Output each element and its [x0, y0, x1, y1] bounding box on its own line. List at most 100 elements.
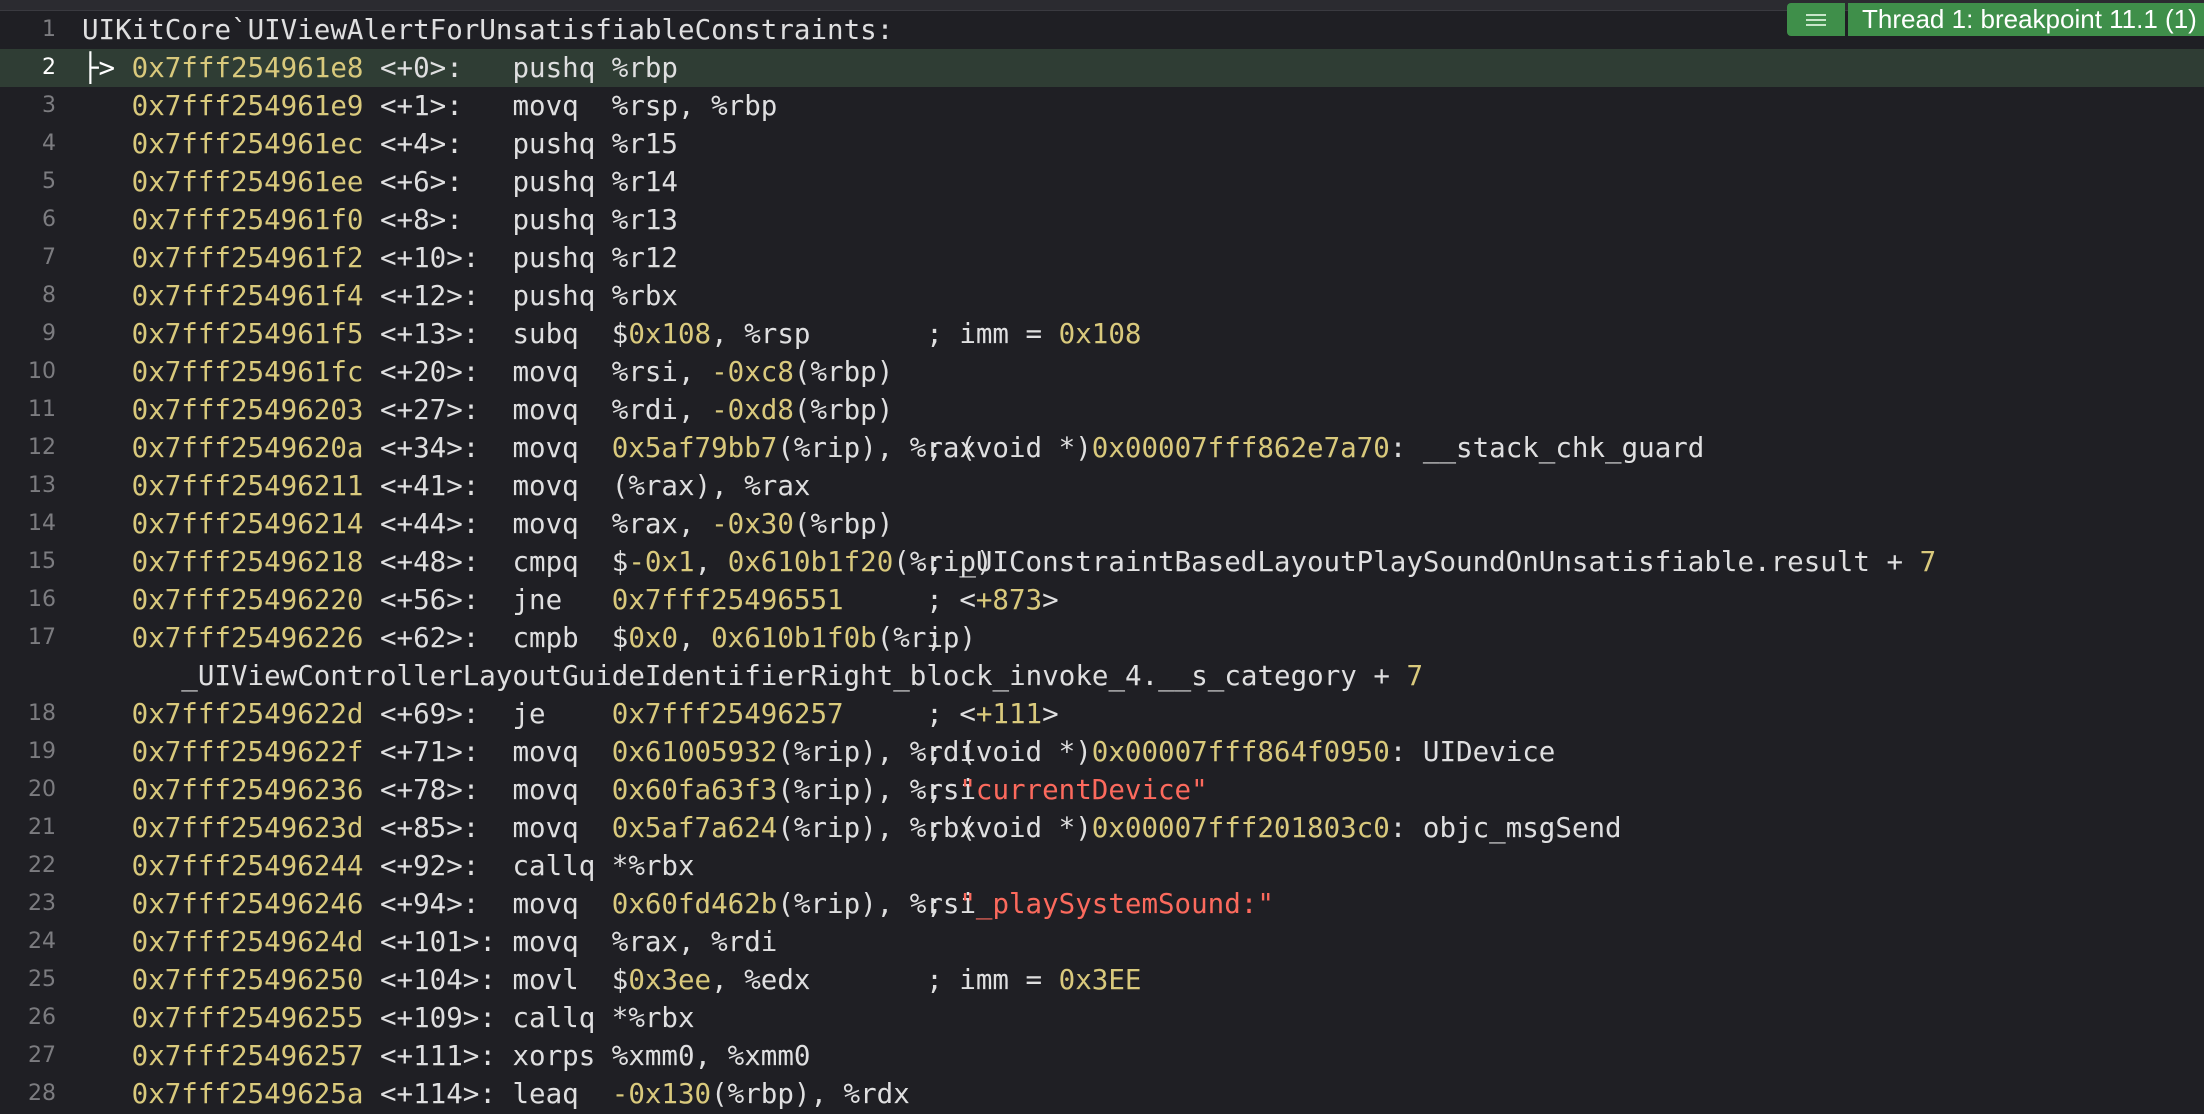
operand-token: -0x30 [711, 508, 794, 540]
instruction-mnemonic: pushq [512, 166, 596, 198]
instruction-operands: 0x60fd462b(%rip), %rsi [612, 885, 976, 923]
comment-token: 0x00007fff864f0950 [1091, 736, 1390, 768]
line-number[interactable]: 28 [0, 1075, 56, 1113]
operand-token: 0x3ee [628, 964, 712, 996]
code-line[interactable]: 23 0x7fff25496246 <+94>: movq 0x60fd462b(%… [0, 885, 2204, 923]
code-text: UIKitCore`UIViewAlertForUnsatisfiableCon… [82, 11, 893, 49]
code-line[interactable]: 10 0x7fff254961fc <+20>: movq %rsi, -0xc8(… [0, 353, 2204, 391]
instruction-comment: ; (void *)0x00007fff864f0950: UIDevice [926, 736, 1555, 768]
comment-token: ; [926, 774, 960, 806]
instruction-mnemonic: pushq [512, 204, 596, 236]
code-line[interactable]: 6 0x7fff254961f0 <+8>: pushq %r13 [0, 201, 2204, 239]
line-number[interactable]: 26 [0, 999, 56, 1037]
code-text: 0x7fff25496236 <+78>: movq 0x60fa63f3(%ri… [132, 771, 1208, 809]
code-line[interactable]: 3 0x7fff254961e9 <+1>: movq %rsp, %rbp [0, 87, 2204, 125]
code-line[interactable]: _UIViewControllerLayoutGuideIdentifierRi… [0, 657, 2204, 695]
line-number[interactable]: 7 [0, 239, 56, 277]
code-line[interactable]: 26 0x7fff25496255 <+109>: callq *%rbx [0, 999, 2204, 1037]
line-number[interactable]: 16 [0, 581, 56, 619]
instruction-operands: 0x5af79bb7(%rip), %rax [612, 429, 976, 467]
code-line[interactable]: 24 0x7fff2549624d <+101>: movq %rax, %rdi [0, 923, 2204, 961]
comment-token: ; (void *) [926, 736, 1092, 768]
code-line[interactable]: 15 0x7fff25496218 <+48>: cmpq $-0x1, 0x610… [0, 543, 2204, 581]
code-line[interactable]: 27 0x7fff25496257 <+111>: xorps %xmm0, %xm… [0, 1037, 2204, 1075]
operand-token: %rax, %rdi [611, 926, 778, 958]
operand-token: , [694, 546, 728, 578]
line-number[interactable]: 2 [0, 49, 56, 87]
instruction-mnemonic: pushq [512, 128, 596, 160]
code-line[interactable]: 21 0x7fff2549623d <+85>: movq 0x5af7a624(%… [0, 809, 2204, 847]
instruction-operands: %rbp [612, 49, 926, 87]
line-number[interactable]: 6 [0, 201, 56, 239]
instruction-address: 0x7fff25496244 [131, 850, 364, 882]
line-number[interactable]: 4 [0, 125, 56, 163]
line-number[interactable]: 17 [0, 619, 56, 657]
code-line[interactable]: 18 0x7fff2549622d <+69>: je 0x7fff25496257… [0, 695, 2204, 733]
instruction-comment: ; imm = 0x108 [926, 318, 1141, 350]
instruction-operands: %xmm0, %xmm0 [612, 1037, 926, 1075]
code-line[interactable]: 22 0x7fff25496244 <+92>: callq *%rbx [0, 847, 2204, 885]
line-number[interactable]: 12 [0, 429, 56, 467]
operand-token: 0x7fff25496257 [611, 698, 844, 730]
instruction-operands: 0x7fff25496551 [612, 581, 926, 619]
code-line[interactable]: 4 0x7fff254961ec <+4>: pushq %r15 [0, 125, 2204, 163]
instruction-operands: %r12 [612, 239, 926, 277]
line-number[interactable]: 23 [0, 885, 56, 923]
instruction-address: 0x7fff25496218 [131, 546, 364, 578]
instruction-mnemonic: je [512, 698, 546, 730]
line-number[interactable]: 18 [0, 695, 56, 733]
operand-token: *%rbx [611, 1002, 695, 1034]
line-number[interactable]: 3 [0, 87, 56, 125]
code-line[interactable]: 12 0x7fff2549620a <+34>: movq 0x5af79bb7(%… [0, 429, 2204, 467]
instruction-address: 0x7fff2549623d [131, 812, 364, 844]
code-line[interactable]: 7 0x7fff254961f2 <+10>: pushq %r12 [0, 239, 2204, 277]
comment-continuation: 7 [1406, 660, 1424, 692]
operand-token: %rbp [611, 52, 678, 84]
code-line[interactable]: 9 0x7fff254961f5 <+13>: subq $0x108, %rsp;… [0, 315, 2204, 353]
operand-token: 0x610b1f0b [711, 622, 877, 654]
line-number[interactable]: 8 [0, 277, 56, 315]
code-text: 0x7fff254961ee <+6>: pushq %r14 [132, 163, 927, 201]
thread-breakpoint-badge[interactable]: Thread 1: breakpoint 11.1 (1) [1787, 3, 2204, 36]
disassembly-editor[interactable]: 1 UIKitCore`UIViewAlertForUnsatisfiableCo… [0, 11, 2204, 1113]
line-number[interactable]: 5 [0, 163, 56, 201]
instruction-comment: ; [926, 622, 943, 654]
code-line[interactable]: 20 0x7fff25496236 <+78>: movq 0x60fa63f3(%… [0, 771, 2204, 809]
code-line[interactable]: 2 ├> 0x7fff254961e8 <+0>: pushq %rbp [0, 49, 2204, 87]
line-number[interactable]: 25 [0, 961, 56, 999]
line-number[interactable]: 19 [0, 733, 56, 771]
operand-token: $ [611, 546, 629, 578]
code-line[interactable]: 13 0x7fff25496211 <+41>: movq (%rax), %rax [0, 467, 2204, 505]
instruction-mnemonic: movq [512, 394, 579, 426]
code-line[interactable]: 11 0x7fff25496203 <+27>: movq %rdi, -0xd8(… [0, 391, 2204, 429]
code-line[interactable]: 19 0x7fff2549622f <+71>: movq 0x61005932(%… [0, 733, 2204, 771]
line-number[interactable]: 10 [0, 353, 56, 391]
instruction-mnemonic: callq [512, 1002, 596, 1034]
code-line[interactable]: 14 0x7fff25496214 <+44>: movq %rax, -0x30(… [0, 505, 2204, 543]
line-number[interactable]: 24 [0, 923, 56, 961]
line-number[interactable]: 27 [0, 1037, 56, 1075]
code-line[interactable]: 8 0x7fff254961f4 <+12>: pushq %rbx [0, 277, 2204, 315]
line-number[interactable]: 14 [0, 505, 56, 543]
instruction-address: 0x7fff254961e9 [131, 90, 364, 122]
line-number[interactable]: 1 [0, 11, 56, 49]
code-line[interactable]: 5 0x7fff254961ee <+6>: pushq %r14 [0, 163, 2204, 201]
list-icon[interactable] [1787, 3, 1845, 36]
line-number[interactable]: 22 [0, 847, 56, 885]
instruction-operands: 0x7fff25496257 [612, 695, 926, 733]
line-number[interactable]: 9 [0, 315, 56, 353]
code-line[interactable]: 28 0x7fff2549625a <+114>: leaq -0x130(%rbp… [0, 1075, 2204, 1113]
code-line[interactable]: 25 0x7fff25496250 <+104>: movl $0x3ee, %ed… [0, 961, 2204, 999]
line-number[interactable]: 21 [0, 809, 56, 847]
line-number[interactable]: 15 [0, 543, 56, 581]
code-line[interactable]: 17 0x7fff25496226 <+62>: cmpb $0x0, 0x610b… [0, 619, 2204, 657]
line-number[interactable]: 13 [0, 467, 56, 505]
line-number[interactable]: 20 [0, 771, 56, 809]
line-number[interactable]: 11 [0, 391, 56, 429]
code-line[interactable]: 16 0x7fff25496220 <+56>: jne 0x7fff2549655… [0, 581, 2204, 619]
instruction-offset: <+114>: [380, 1078, 496, 1110]
